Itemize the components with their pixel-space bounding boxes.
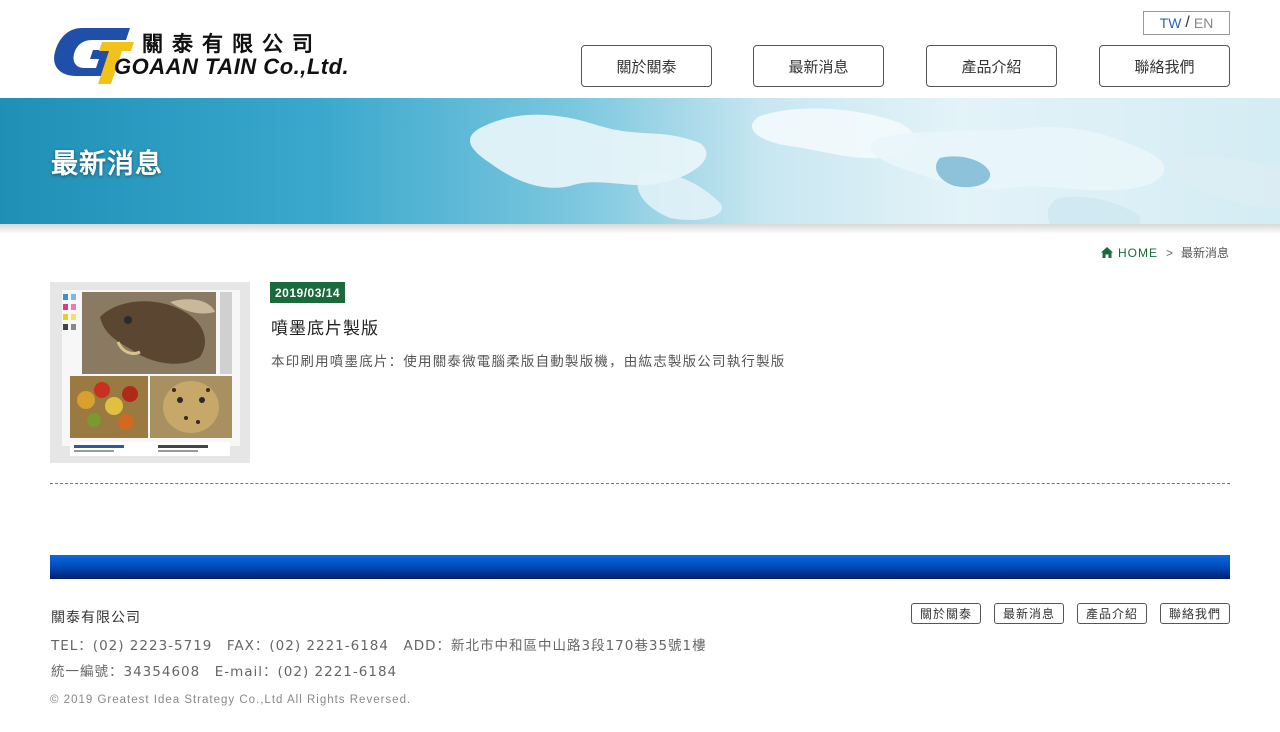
footer-nav-contact[interactable]: 聯絡我們 [1160,603,1230,624]
article-divider [50,483,1230,484]
page-banner: 最新消息 [0,98,1280,224]
home-icon [1100,247,1113,258]
footer-id-line: 統一編號：34354608 E-mail：(02) 2221-6184 [51,664,398,680]
nav-about-button[interactable]: 關於關泰 [581,45,712,87]
lang-en-link[interactable]: EN [1194,15,1213,31]
banner-title: 最新消息 [51,149,163,180]
world-map-image [469,108,1280,224]
article-date-badge: 2019/03/14 [270,282,346,303]
footer-nav-about[interactable]: 關於關泰 [911,603,981,624]
footer-blue-bar [50,555,1230,579]
lang-tw-link[interactable]: TW [1160,15,1182,31]
breadcrumb: HOME > 最新消息 [1100,244,1229,261]
lang-separator: / [1185,14,1190,31]
footer-contact-line: TEL：(02) 2223-5719 FAX：(02) 2221-6184 AD… [51,638,707,654]
site-header: 關泰有限公司 GOAAN TAIN Co.,Ltd. TW / EN 關於關泰 … [0,0,1280,98]
nav-products-button[interactable]: 產品介紹 [926,45,1057,87]
footer-copyright: © 2019 Greatest Idea Strategy Co.,Ltd Al… [50,694,412,706]
print-sample-image [50,282,250,463]
footer-nav-products[interactable]: 產品介紹 [1077,603,1147,624]
breadcrumb-separator: > [1165,245,1173,260]
nav-news-button[interactable]: 最新消息 [753,45,884,87]
footer-company-name: 關泰有限公司 [51,610,141,626]
banner-shadow [0,224,1280,234]
breadcrumb-current: 最新消息 [1180,246,1229,260]
language-switcher: TW / EN [1143,11,1230,35]
article-description: 本印刷用噴墨底片：使用關泰微電腦柔版自動製版機，由紘志製版公司執行製版 [271,354,786,370]
nav-contact-button[interactable]: 聯絡我們 [1099,45,1230,87]
brand-name-en: GOAAN TAIN Co.,Ltd. [114,54,350,79]
breadcrumb-home-label: HOME [1117,245,1158,260]
article-thumbnail[interactable] [50,282,250,463]
footer-nav-news[interactable]: 最新消息 [994,603,1064,624]
breadcrumb-home-link[interactable]: HOME [1100,245,1158,260]
article-title-link[interactable]: 噴墨底片製版 [271,314,379,339]
company-logo[interactable]: 關泰有限公司 GOAAN TAIN Co.,Ltd. [52,26,392,86]
